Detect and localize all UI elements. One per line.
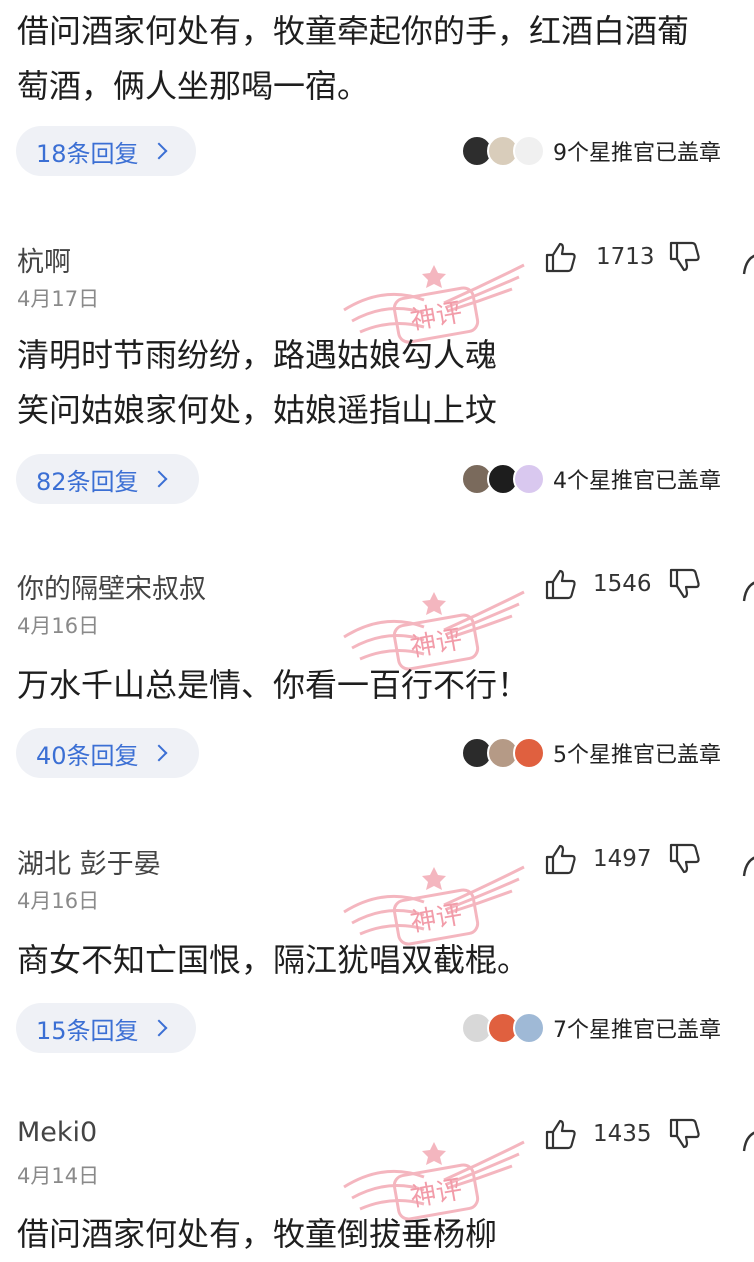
star-avatars[interactable]: 7个星推官已盖章 [461, 1012, 721, 1044]
replies-label: 18条回复 [36, 139, 139, 168]
comment-text-line: 借问酒家何处有，牧童牵起你的手，红酒白酒葡 [17, 12, 690, 50]
avatar [513, 737, 545, 769]
comment-text-line: 萄酒，俩人坐那喝一宿。 [17, 67, 370, 105]
avatar [513, 463, 545, 495]
comment-username[interactable]: Meki0 [17, 1117, 97, 1148]
comment-username[interactable]: 你的隔壁宋叔叔 [17, 567, 206, 606]
star-avatars[interactable]: 5个星推官已盖章 [461, 737, 721, 769]
chevron-right-icon [150, 744, 168, 762]
star-endorsement-text: 9个星推官已盖章 [553, 141, 721, 166]
comment-text-line: 笑问姑娘家何处，姑娘遥指山上坟 [17, 391, 498, 429]
star-avatars[interactable]: 9个星推官已盖章 [461, 135, 721, 167]
comment-text-line: 万水千山总是情、你看一百行不行！ [17, 666, 530, 704]
replies-button[interactable]: 40条回复 [16, 728, 199, 778]
avatar [513, 135, 545, 167]
star-endorsement-text: 4个星推官已盖章 [553, 469, 721, 494]
thumbs-down-icon[interactable] [667, 842, 701, 876]
replies-label: 82条回复 [36, 467, 139, 496]
thumbs-up-icon[interactable] [543, 842, 577, 876]
star-avatars[interactable]: 4个星推官已盖章 [461, 463, 721, 495]
comment-date: 4月14日 [17, 1164, 100, 1188]
thumbs-down-icon[interactable] [667, 1117, 701, 1151]
replies-button[interactable]: 18条回复 [16, 126, 196, 176]
comment-date: 4月16日 [17, 889, 100, 913]
chevron-right-icon [150, 470, 168, 488]
like-count: 1435 [593, 1121, 652, 1147]
share-icon[interactable] [740, 240, 754, 280]
replies-label: 15条回复 [36, 1016, 139, 1045]
thumbs-down-icon[interactable] [667, 240, 701, 274]
comment-username[interactable]: 湖北 彭于晏 [17, 842, 161, 881]
like-count: 1546 [593, 571, 652, 597]
comment-text-line: 借问酒家何处有，牧童倒拔垂杨柳 [17, 1215, 498, 1253]
thumbs-up-icon[interactable] [543, 240, 577, 274]
replies-label: 40条回复 [36, 741, 139, 770]
comment-date: 4月17日 [17, 287, 100, 311]
chevron-right-icon [150, 1019, 168, 1037]
replies-button[interactable]: 15条回复 [16, 1003, 196, 1053]
chevron-right-icon [150, 142, 168, 160]
replies-button[interactable]: 82条回复 [16, 454, 199, 504]
thumbs-up-icon[interactable] [543, 567, 577, 601]
thumbs-down-icon[interactable] [667, 567, 701, 601]
avatar [513, 1012, 545, 1044]
star-endorsement-text: 7个星推官已盖章 [553, 1018, 721, 1043]
comment-date: 4月16日 [17, 614, 100, 638]
star-endorsement-text: 5个星推官已盖章 [553, 743, 721, 768]
like-count: 1713 [596, 244, 655, 270]
share-icon[interactable] [740, 842, 754, 882]
like-count: 1497 [593, 846, 652, 872]
share-icon[interactable] [740, 567, 754, 607]
thumbs-up-icon[interactable] [543, 1117, 577, 1151]
comment-text-line: 商女不知亡国恨，隔江犹唱双截棍。 [17, 941, 530, 979]
comment-username[interactable]: 杭啊 [17, 240, 71, 279]
share-icon[interactable] [740, 1117, 754, 1157]
comment-text-line: 清明时节雨纷纷，路遇姑娘勾人魂 [17, 336, 498, 374]
